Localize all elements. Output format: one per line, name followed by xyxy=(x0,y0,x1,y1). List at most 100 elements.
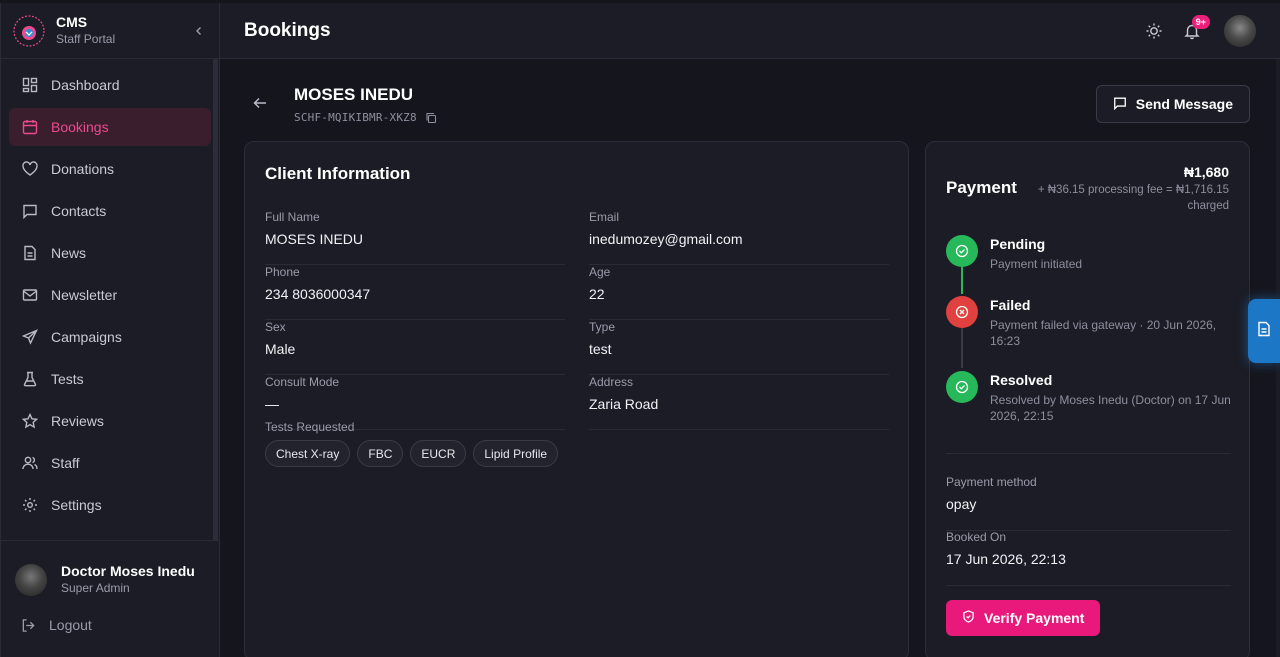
sidebar-item-dashboard[interactable]: Dashboard xyxy=(9,66,211,104)
sidebar-nav: Dashboard Bookings Donations Contacts Ne… xyxy=(1,59,219,524)
field-full-name: Full Name MOSES INEDU xyxy=(265,210,565,265)
sidebar-item-label: Donations xyxy=(51,161,115,177)
shield-icon xyxy=(962,610,975,626)
verify-payment-button[interactable]: Verify Payment xyxy=(946,600,1101,636)
sidebar-item-label: Newsletter xyxy=(51,287,118,303)
brand-header: CMS Staff Portal xyxy=(1,3,219,59)
brand-subtitle: Staff Portal xyxy=(56,32,116,46)
avatar[interactable] xyxy=(1224,14,1256,47)
field-label: Phone xyxy=(265,265,300,279)
sidebar-item-contacts[interactable]: Contacts xyxy=(9,192,211,230)
processing-fee-note: + ₦36.15 processing fee = ₦1,716.15 char… xyxy=(1037,184,1229,212)
sidebar: CMS Staff Portal Dashboard Bookings Dona… xyxy=(0,3,220,657)
field-value: 234 8036000347 xyxy=(265,286,371,302)
field-value: opay xyxy=(946,496,977,512)
back-arrow-icon[interactable] xyxy=(252,95,270,113)
star-icon xyxy=(21,412,39,430)
sun-icon[interactable] xyxy=(1144,21,1164,41)
payment-card: Payment ₦1,680 + ₦36.15 processing fee =… xyxy=(925,141,1250,657)
brand-logo xyxy=(13,14,45,47)
check-circle-icon xyxy=(946,235,978,267)
payment-method-field: Payment method opay xyxy=(946,475,1231,531)
sidebar-item-news[interactable]: News xyxy=(9,234,211,272)
user-name: Doctor Moses Inedu xyxy=(61,563,195,579)
user-profile[interactable]: Doctor Moses Inedu Super Admin xyxy=(1,541,219,596)
card-title: Payment xyxy=(946,178,1017,197)
logout-icon xyxy=(19,616,37,634)
document-icon xyxy=(21,244,39,262)
booked-on-field: Booked On 17 Jun 2026, 22:13 xyxy=(946,530,1231,586)
brand-title: CMS xyxy=(56,14,88,30)
timeline-desc: Payment failed via gateway · 20 Jun 2026… xyxy=(990,318,1217,348)
sidebar-item-bookings[interactable]: Bookings xyxy=(9,108,211,146)
chevron-left-icon[interactable] xyxy=(191,23,207,39)
field-age: Age 22 xyxy=(589,265,889,320)
send-message-button[interactable]: Send Message xyxy=(1095,85,1250,123)
document-icon xyxy=(1256,321,1272,342)
bell-icon[interactable]: 9+ xyxy=(1182,14,1210,41)
user-role: Super Admin xyxy=(61,581,130,595)
message-icon xyxy=(21,202,39,220)
timeline-item: Pending Payment initiated xyxy=(946,235,1231,295)
field-email: Email inedumozey@gmail.com xyxy=(589,210,889,265)
document-panel-toggle[interactable] xyxy=(1248,299,1280,363)
field-value: Male xyxy=(265,341,296,357)
client-information-card: Client Information Full Name MOSES INEDU… xyxy=(244,141,909,657)
booking-detail: MOSES INEDU SCHF-MQIKIBMR-XKZ8 Send Mess… xyxy=(220,59,1280,657)
sidebar-item-staff[interactable]: Staff xyxy=(9,444,211,482)
users-icon xyxy=(21,454,39,472)
message-icon xyxy=(1113,96,1127,113)
field-label: Type xyxy=(589,320,616,334)
sidebar-item-label: Staff xyxy=(51,455,80,471)
test-chip: Chest X-ray xyxy=(265,440,351,467)
tests-requested: Tests Requested Chest X-ray FBC EUCR Lip… xyxy=(265,420,559,467)
field-type: Type test xyxy=(589,320,889,375)
logout-label: Logout xyxy=(49,617,92,633)
booking-reference: SCHF-MQIKIBMR-XKZ8 xyxy=(294,111,417,124)
sidebar-item-newsletter[interactable]: Newsletter xyxy=(9,276,211,314)
main-area: Bookings 9+ MOSES INEDU SCHF-MQIKIBMR-XK… xyxy=(220,3,1280,657)
sidebar-item-reviews[interactable]: Reviews xyxy=(9,402,211,440)
field-value: 22 xyxy=(589,286,605,302)
avatar xyxy=(15,563,47,596)
sidebar-item-label: Tests xyxy=(51,371,84,387)
field-value: test xyxy=(589,341,612,357)
sidebar-item-tests[interactable]: Tests xyxy=(9,360,211,398)
field-value: MOSES INEDU xyxy=(265,231,364,247)
sidebar-item-label: Dashboard xyxy=(51,77,120,93)
sidebar-item-label: Contacts xyxy=(51,203,107,219)
field-address: Address Zaria Road xyxy=(589,375,889,430)
sidebar-item-label: Bookings xyxy=(51,119,109,135)
heart-icon xyxy=(21,160,39,178)
test-chip: Lipid Profile xyxy=(473,440,559,467)
divider xyxy=(946,452,1231,454)
sidebar-item-settings[interactable]: Settings xyxy=(9,486,211,524)
payment-amount: ₦1,680 xyxy=(1183,164,1229,180)
notification-badge: 9+ xyxy=(1191,14,1210,29)
test-chip: FBC xyxy=(357,440,404,467)
field-label: Full Name xyxy=(265,210,320,224)
field-label: Age xyxy=(589,265,611,279)
field-phone: Phone 234 8036000347 xyxy=(265,265,565,320)
field-label: Address xyxy=(589,375,634,389)
copy-icon[interactable] xyxy=(425,112,437,124)
field-value: 17 Jun 2026, 22:13 xyxy=(946,551,1066,567)
field-sex: Sex Male xyxy=(265,320,565,375)
sidebar-item-label: News xyxy=(51,245,87,261)
sidebar-item-label: Settings xyxy=(51,497,102,513)
field-value: — xyxy=(265,396,279,412)
gear-icon xyxy=(21,496,39,514)
sidebar-item-label: Campaigns xyxy=(51,329,122,345)
card-title: Client Information xyxy=(265,164,411,183)
sidebar-item-campaigns[interactable]: Campaigns xyxy=(9,318,211,356)
check-circle-icon xyxy=(946,371,978,403)
timeline-title: Failed xyxy=(990,297,1031,313)
field-label: Sex xyxy=(265,320,286,334)
top-bar: Bookings 9+ xyxy=(220,3,1280,59)
logout-button[interactable]: Logout xyxy=(1,596,219,634)
flask-icon xyxy=(21,370,39,388)
sidebar-footer: Doctor Moses Inedu Super Admin Logout xyxy=(1,540,219,657)
payment-timeline: Pending Payment initiated Failed Payment… xyxy=(946,234,1231,431)
field-label: Tests Requested xyxy=(265,420,355,434)
sidebar-item-donations[interactable]: Donations xyxy=(9,150,211,188)
